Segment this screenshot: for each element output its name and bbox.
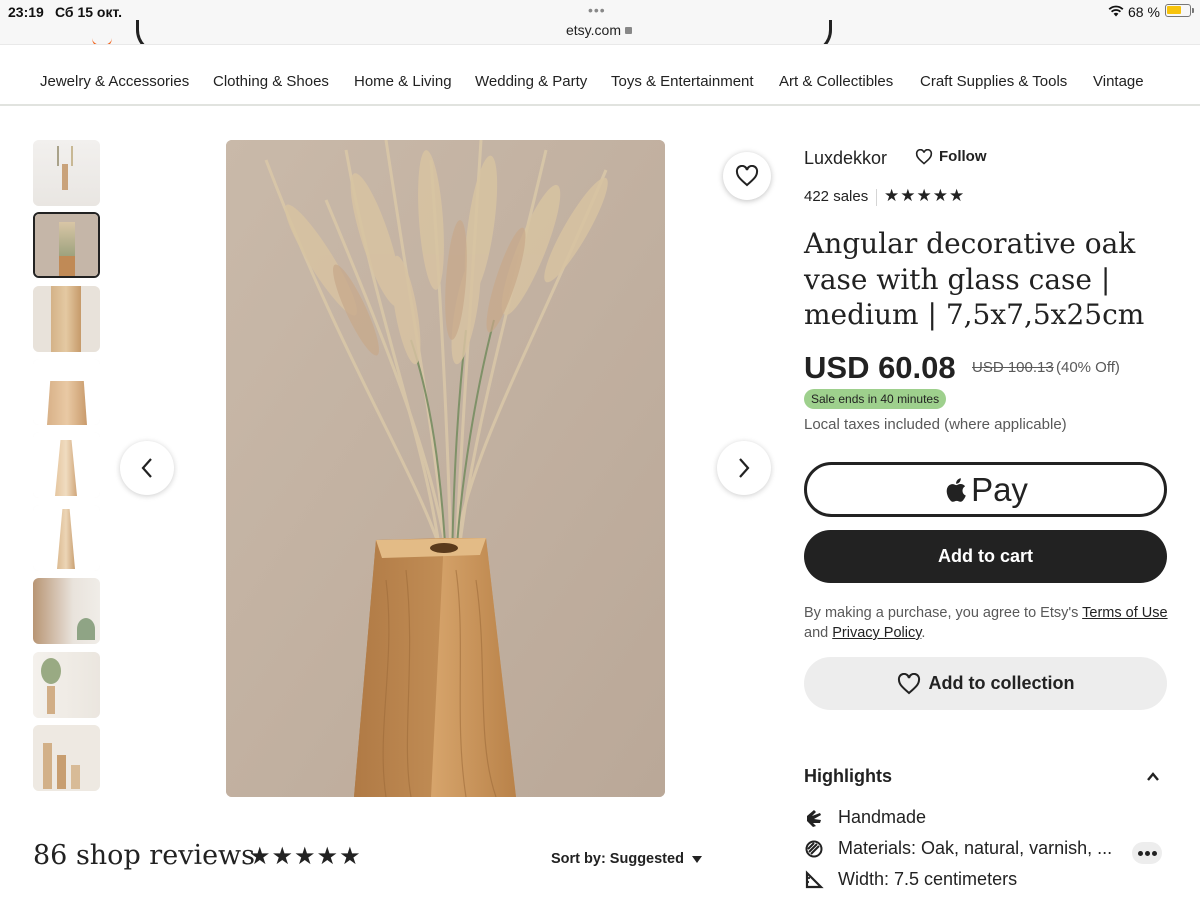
add-to-cart-button[interactable]: Add to cart: [804, 530, 1167, 583]
legal-prefix: By making a purchase, you agree to Etsy'…: [804, 605, 1083, 621]
discount-label: (40% Off): [1056, 359, 1120, 376]
highlight-handmade: Handmade: [804, 807, 926, 828]
battery-percent: 68 %: [1128, 4, 1160, 20]
category-jewelry[interactable]: Jewelry & Accessories: [40, 73, 189, 90]
category-home[interactable]: Home & Living: [354, 73, 452, 90]
battery-icon: [1165, 4, 1191, 17]
ruler-icon: [805, 869, 824, 888]
sales-count: 422 sales: [804, 188, 869, 205]
highlight-text: Width: 7.5 centimeters: [838, 869, 1018, 889]
highlight-materials: Materials: Oak, natural, varnish, ...: [804, 838, 1112, 859]
original-price: USD 100.13: [972, 359, 1054, 376]
battery-level: [1167, 6, 1181, 14]
follow-label: Follow: [939, 148, 987, 165]
favorite-button[interactable]: [723, 152, 771, 200]
category-clothing[interactable]: Clothing & Shoes: [213, 73, 329, 90]
chevron-right-icon: [739, 458, 750, 478]
apple-pay-button[interactable]: Pay: [804, 462, 1167, 517]
listing-title: Angular decorative oak vase with glass c…: [804, 227, 1145, 331]
category-craft[interactable]: Craft Supplies & Tools: [920, 73, 1067, 90]
heart-icon: [897, 672, 920, 694]
reviews-rating-stars: ★★★★★: [249, 843, 362, 870]
follow-button[interactable]: Follow: [915, 148, 987, 165]
add-to-collection-button[interactable]: Add to collection: [804, 657, 1167, 710]
heart-icon: [735, 165, 759, 187]
sort-reviews-dropdown[interactable]: Sort by: Suggested: [551, 851, 702, 867]
thumbnail-5[interactable]: [33, 432, 100, 498]
apple-pay-label: Pay: [971, 470, 1028, 508]
legal-and: and: [804, 625, 833, 641]
thumbnail-2[interactable]: [33, 212, 100, 278]
heart-icon: [915, 148, 933, 165]
thumbnail-6[interactable]: [33, 505, 100, 571]
highlight-width: Width: 7.5 centimeters: [804, 869, 1017, 890]
thumbnail-4[interactable]: [33, 359, 100, 425]
shop-name-link[interactable]: Luxdekkor: [804, 148, 887, 169]
shop-rating-stars[interactable]: ★★★★★: [884, 186, 965, 206]
more-materials-button[interactable]: [1132, 842, 1162, 864]
battery-tip: [1192, 8, 1194, 13]
previous-image-button[interactable]: [120, 441, 174, 495]
purchase-legal-text: By making a purchase, you agree to Etsy'…: [804, 603, 1174, 643]
category-toys[interactable]: Toys & Entertainment: [611, 73, 754, 90]
terms-of-use-link[interactable]: Terms of Use: [1082, 605, 1167, 621]
sale-price: USD 60.08: [804, 350, 956, 385]
category-nav: Jewelry & Accessories Clothing & Shoes H…: [0, 44, 1200, 106]
legal-suffix: .: [921, 625, 926, 641]
next-image-button[interactable]: [717, 441, 771, 495]
thumbnail-9[interactable]: [33, 725, 100, 791]
highlight-text: Materials: Oak, natural, varnish, ...: [838, 838, 1113, 858]
product-main-image[interactable]: [226, 140, 665, 797]
divider: [876, 189, 877, 206]
highlights-heading[interactable]: Highlights: [804, 766, 892, 787]
status-date: Сб 15 окт.: [55, 4, 122, 20]
shop-reviews-heading: 86 shop reviews: [33, 840, 256, 871]
thumbnail-7[interactable]: [33, 578, 100, 644]
chevron-left-icon: [141, 458, 152, 478]
wifi-icon: [1108, 5, 1124, 17]
hand-icon: [807, 809, 821, 827]
thumbnail-1[interactable]: [33, 140, 100, 206]
thumbnail-8[interactable]: [33, 652, 100, 718]
sort-label: Sort by: Suggested: [551, 851, 684, 867]
sale-timer-badge: Sale ends in 40 minutes: [804, 389, 947, 409]
thumbnail-3[interactable]: [33, 286, 100, 352]
privacy-policy-link[interactable]: Privacy Policy: [832, 625, 921, 641]
materials-icon: [805, 840, 823, 857]
chevron-up-icon[interactable]: [1144, 768, 1162, 786]
category-art[interactable]: Art & Collectibles: [779, 73, 893, 90]
add-to-collection-label: Add to collection: [928, 673, 1075, 693]
apple-logo-icon: [946, 477, 966, 502]
caret-down-icon: [691, 855, 702, 863]
taxes-note: Local taxes included (where applicable): [804, 416, 1067, 433]
highlight-text: Handmade: [838, 807, 927, 827]
vase-photo: [226, 140, 665, 797]
tab-options-dots-icon[interactable]: •••: [588, 2, 606, 18]
category-wedding[interactable]: Wedding & Party: [475, 73, 587, 90]
category-vintage[interactable]: Vintage: [1093, 73, 1144, 90]
status-time: 23:19: [8, 4, 44, 20]
